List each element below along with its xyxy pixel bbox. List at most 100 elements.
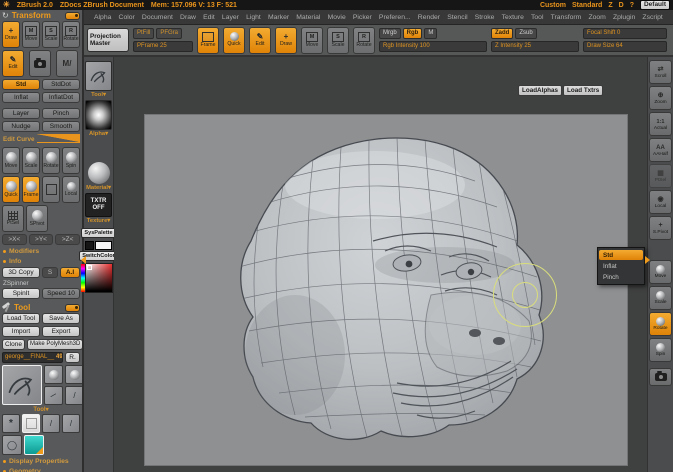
tool-slot-thumbnail[interactable] [65, 365, 84, 384]
focal-shift-slider[interactable]: Focal Shift 0 [583, 28, 667, 39]
menu-preferences[interactable]: Preferen... [379, 14, 411, 21]
shelf-edit-button[interactable]: ✎Edit [249, 27, 271, 54]
modifiers-section[interactable]: Modifiers [3, 248, 80, 255]
tool-slot-thumbnail[interactable] [44, 365, 63, 384]
active-polymesh-tool-thumbnail[interactable] [24, 435, 44, 455]
canvas-area[interactable]: LoadAlphas Load Txtrs Std Inflat Pinch [114, 57, 647, 472]
menu-picker[interactable]: Picker [353, 14, 372, 21]
zoom-button[interactable]: ⊕Zoom [649, 86, 672, 110]
rename-button[interactable]: R. [65, 352, 80, 363]
rotate-mode-button[interactable]: RRotate [62, 21, 80, 48]
tool-slot-thumbnail-selected[interactable] [22, 414, 40, 433]
menu-draw[interactable]: Draw [180, 14, 196, 21]
tray-tool-label[interactable]: Tool▾ [91, 92, 106, 99]
menu-layer[interactable]: Layer [222, 14, 239, 21]
brush-smooth-button[interactable]: Smooth [42, 121, 80, 132]
tray-texture-label[interactable]: Texture▾ [87, 218, 110, 225]
axis-y-button[interactable]: >Y< [29, 234, 54, 245]
shelf-frame-button[interactable]: Frame [197, 27, 219, 54]
menu-zoom[interactable]: Zoom [588, 14, 605, 21]
brush-stddot-button[interactable]: StdDot [42, 79, 80, 90]
mrgb-button[interactable]: Mrgb [379, 28, 401, 39]
ptfill-button[interactable]: PtFill [133, 28, 154, 39]
menu-document[interactable]: Document [142, 14, 173, 21]
mrgbzgrabber-button[interactable]: M/ [56, 50, 78, 77]
menu-marker[interactable]: Marker [268, 14, 289, 21]
menu-stroke[interactable]: Stroke [475, 14, 495, 21]
projection-master-button[interactable]: Projection Master [87, 28, 129, 52]
menu-zplugin[interactable]: Zplugin [613, 14, 635, 21]
brush-inflat-button[interactable]: Inflat [2, 92, 40, 103]
menu-movie[interactable]: Movie [328, 14, 346, 21]
current-texture-thumbnail[interactable]: TXTR OFF [85, 193, 112, 217]
menu-tool[interactable]: Tool [531, 14, 543, 21]
tool-slot-thumbnail[interactable]: ◯ [2, 435, 22, 455]
menu-texture[interactable]: Texture [502, 14, 524, 21]
right-tray-collapse-arrow[interactable] [645, 256, 650, 264]
import-button[interactable]: Import [2, 326, 40, 337]
axis-z-button[interactable]: >Z< [55, 234, 80, 245]
transform-palette-header[interactable]: ↻ Transform [2, 11, 80, 20]
popup-inflat-item[interactable]: Inflat [599, 261, 643, 271]
make-polymesh3d-button[interactable]: Make PolyMesh3D [27, 339, 83, 350]
shelf-quick-button[interactable]: Quick [223, 27, 245, 54]
tray-alpha-label[interactable]: Alpha▾ [89, 131, 108, 138]
local-tray-button[interactable]: ◉Local [649, 190, 672, 214]
s-field[interactable]: S [42, 267, 58, 278]
tool-toggle[interactable] [65, 304, 80, 312]
draw-size-slider[interactable]: Draw Size 64 [583, 41, 667, 52]
actual-size-button[interactable]: 1:1Actual [649, 112, 672, 136]
m-button[interactable]: M [424, 28, 437, 39]
menu-stencil[interactable]: Stencil [447, 14, 467, 21]
load-alphas-button[interactable]: LoadAlphas [518, 85, 562, 96]
frame-button[interactable]: Frame [22, 176, 40, 203]
brush-nudge-button[interactable]: Nudge [2, 121, 40, 132]
edit-curve-widget[interactable] [37, 134, 81, 143]
popup-std-item[interactable]: Std [599, 250, 643, 260]
ai-button[interactable]: A.I [60, 267, 80, 278]
shelf-move-button[interactable]: MMove [301, 27, 323, 54]
move-tray-button[interactable]: Move [649, 260, 672, 284]
menu-alpha[interactable]: Alpha [94, 14, 111, 21]
rgb-intensity-slider[interactable]: Rgb Intensity 100 [379, 41, 487, 52]
zbrush-document[interactable] [144, 114, 628, 466]
axis-x-button[interactable]: >X< [2, 234, 27, 245]
tool-slot-thumbnail[interactable]: * [2, 414, 20, 433]
copy-3d-button[interactable]: 3D Copy [2, 267, 40, 278]
gyro-rotate-button[interactable]: Rotate [42, 147, 60, 174]
d-button[interactable]: D [619, 2, 624, 9]
spin-tray-button[interactable]: Spin [649, 338, 672, 362]
syspalette-button[interactable]: SysPalette [81, 228, 115, 238]
ptsel-tray-button[interactable]: ▦PtSel [649, 164, 672, 188]
tool-flyout-label[interactable]: Tool▾ [2, 406, 80, 413]
z-intensity-slider[interactable]: Z Intensity 25 [491, 41, 579, 52]
rgb-button[interactable]: Rgb [403, 28, 423, 39]
display-properties-section[interactable]: Display Properties [3, 458, 80, 465]
brush-std-button[interactable]: Std [2, 79, 40, 90]
spinit-button[interactable]: SpinIt [2, 288, 40, 299]
brush-layer-button[interactable]: Layer [2, 108, 40, 119]
spivot-tray-button[interactable]: +S.Pivot [649, 216, 672, 240]
bound-box-button[interactable] [42, 176, 60, 203]
info-section[interactable]: Info [3, 258, 80, 265]
help-button[interactable]: ? [630, 2, 634, 9]
geometry-section[interactable]: Geometry [3, 468, 80, 472]
current-tool-thumbnail[interactable] [2, 365, 42, 405]
shelf-draw-button[interactable]: +Draw [275, 27, 297, 54]
gyro-scale-button[interactable]: Scale [22, 147, 40, 174]
snapshot-tray-button[interactable] [649, 368, 672, 386]
main-color-swatch[interactable] [85, 241, 94, 250]
brush-inflatdot-button[interactable]: InflatDot [42, 92, 80, 103]
menu-color[interactable]: Color [119, 14, 135, 21]
z-button[interactable]: Z [608, 2, 612, 9]
shelf-rotate-button[interactable]: RRotate [353, 27, 375, 54]
menu-render[interactable]: Render [418, 14, 440, 21]
pframe-slider[interactable]: PFrame 25 [133, 41, 193, 52]
gyro-spin-button[interactable]: Spin [62, 147, 80, 174]
local-button[interactable]: Local [62, 176, 80, 203]
load-tool-button[interactable]: Load Tool [2, 313, 40, 324]
tool-slot-thumbnail[interactable]: / [44, 386, 63, 405]
tool-slot-thumbnail[interactable]: / [42, 414, 60, 433]
rotate-tray-button[interactable]: Rotate [649, 312, 672, 336]
ptsel-button[interactable]: PtSel [2, 205, 24, 232]
